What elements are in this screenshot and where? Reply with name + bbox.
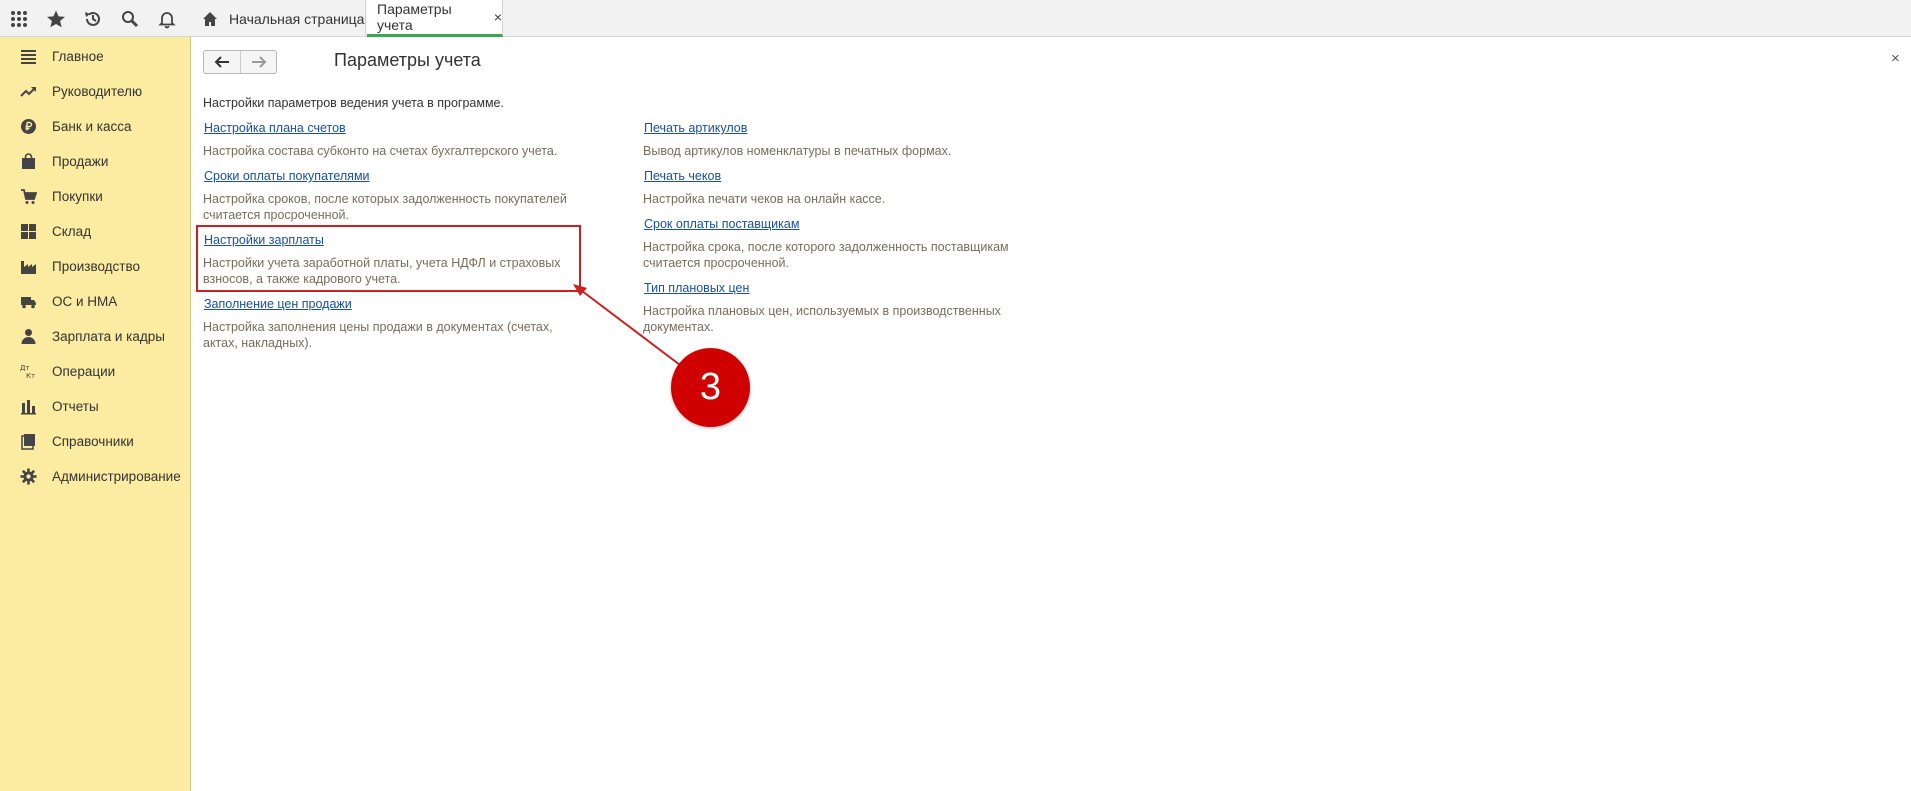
sidebar: Главное Руководителю Банк и касса Продаж… bbox=[0, 37, 191, 791]
svg-text:Кт: Кт bbox=[26, 372, 35, 380]
sidebar-item-label: Администрирование bbox=[52, 469, 181, 484]
apps-grid-icon[interactable] bbox=[0, 0, 37, 37]
sidebar-item-administration[interactable]: Администрирование bbox=[0, 459, 190, 494]
step-badge: 3 bbox=[671, 348, 750, 427]
tab-params-label: Параметры учета bbox=[377, 1, 452, 33]
sidebar-item-sales[interactable]: Продажи bbox=[0, 144, 190, 179]
link-supplier-payment-terms[interactable]: Срок оплаты поставщикам bbox=[644, 217, 799, 231]
desc-planned-price-type: Настройка плановых цен, используемых в п… bbox=[643, 304, 1001, 334]
shopping-bag-icon bbox=[22, 153, 35, 169]
close-page-button[interactable]: × bbox=[1891, 50, 1900, 67]
sidebar-item-label: Покупки bbox=[52, 189, 103, 204]
sidebar-item-label: Зарплата и кадры bbox=[52, 329, 165, 344]
home-icon bbox=[203, 11, 217, 26]
sidebar-item-label: Производство bbox=[52, 259, 141, 274]
trend-icon bbox=[20, 87, 36, 97]
sidebar-item-label: Продажи bbox=[52, 154, 109, 169]
history-icon[interactable] bbox=[74, 0, 111, 37]
back-button[interactable] bbox=[204, 51, 240, 73]
annotation-arrow bbox=[573, 284, 681, 366]
dt-kt-icon: ДтКт bbox=[20, 364, 35, 380]
sidebar-item-directories[interactable]: Справочники bbox=[0, 424, 190, 459]
sidebar-item-label: Справочники bbox=[52, 434, 134, 449]
forward-button[interactable] bbox=[240, 51, 276, 73]
nav-buttons bbox=[203, 50, 277, 74]
desc-chart-of-accounts: Настройка состава субконто на счетах бух… bbox=[203, 144, 558, 158]
arrow-right-icon bbox=[251, 56, 266, 68]
tab-close-button[interactable]: × bbox=[494, 9, 502, 25]
desc-print-receipts: Настройка печати чеков на онлайн кассе. bbox=[643, 192, 886, 206]
bar-chart-icon bbox=[21, 400, 36, 415]
books-icon bbox=[21, 434, 35, 450]
sidebar-item-label: Отчеты bbox=[52, 399, 99, 414]
highlight-box bbox=[196, 225, 581, 292]
sidebar-item-operations[interactable]: Дт Кт Операции bbox=[0, 354, 190, 389]
page-title: Параметры учета bbox=[334, 50, 481, 70]
link-sale-prices[interactable]: Заполнение цен продажи bbox=[204, 297, 352, 311]
ruble-coin-icon bbox=[21, 119, 36, 134]
sidebar-item-label: Руководителю bbox=[52, 84, 143, 99]
desc-customer-payment-terms: Настройка сроков, после которых задолжен… bbox=[203, 192, 567, 222]
bell-icon[interactable] bbox=[148, 0, 185, 37]
sidebar-item-label: Банк и касса bbox=[52, 119, 132, 134]
sidebar-item-bank[interactable]: Банк и касса bbox=[0, 109, 190, 144]
sidebar-item-manager[interactable]: Руководителю bbox=[0, 74, 190, 109]
person-icon bbox=[21, 329, 36, 344]
sidebar-item-label: Операции bbox=[52, 364, 116, 379]
warehouse-grid-icon bbox=[21, 224, 36, 239]
sidebar-item-reports[interactable]: Отчеты bbox=[0, 389, 190, 424]
menu-lines-icon bbox=[21, 50, 36, 64]
top-bar: Начальная страница Параметры учета × bbox=[0, 0, 1911, 37]
arrow-left-icon bbox=[214, 56, 229, 68]
gear-icon bbox=[20, 468, 37, 485]
sidebar-item-purchases[interactable]: Покупки bbox=[0, 179, 190, 214]
cart-icon bbox=[21, 189, 37, 204]
sidebar-item-production[interactable]: Производство bbox=[0, 249, 190, 284]
star-icon[interactable] bbox=[37, 0, 74, 37]
desc-supplier-payment-terms: Настройка срока, после которого задолжен… bbox=[643, 240, 1009, 270]
sidebar-item-label: ОС и НМА bbox=[52, 294, 118, 309]
sidebar-item-label: Главное bbox=[52, 49, 104, 64]
sidebar-item-fixed-assets[interactable]: ОС и НМА bbox=[0, 284, 190, 319]
sidebar-item-main[interactable]: Главное bbox=[0, 39, 190, 74]
sidebar-item-warehouse[interactable]: Склад bbox=[0, 214, 190, 249]
sidebar-item-label: Склад bbox=[52, 224, 92, 239]
tab-home-label: Начальная страница bbox=[229, 10, 365, 27]
link-print-articles[interactable]: Печать артикулов bbox=[644, 121, 747, 135]
tab-params[interactable]: Параметры учета × bbox=[367, 0, 503, 37]
toolbar-icons bbox=[0, 0, 190, 37]
desc-sale-prices: Настройка заполнения цены продажи в доку… bbox=[203, 320, 553, 350]
link-customer-payment-terms[interactable]: Сроки оплаты покупателями bbox=[204, 169, 370, 183]
tab-home[interactable]: Начальная страница bbox=[191, 0, 366, 37]
link-chart-of-accounts[interactable]: Настройка плана счетов bbox=[204, 121, 346, 135]
factory-icon bbox=[21, 261, 36, 274]
search-icon[interactable] bbox=[111, 0, 148, 37]
sidebar-item-salary[interactable]: Зарплата и кадры bbox=[0, 319, 190, 354]
svg-text:Дт: Дт bbox=[20, 364, 30, 372]
link-print-receipts[interactable]: Печать чеков bbox=[644, 169, 721, 183]
truck-icon bbox=[21, 297, 36, 309]
page-intro: Настройки параметров ведения учета в про… bbox=[203, 96, 504, 110]
desc-print-articles: Вывод артикулов номенклатуры в печатных … bbox=[643, 144, 952, 158]
